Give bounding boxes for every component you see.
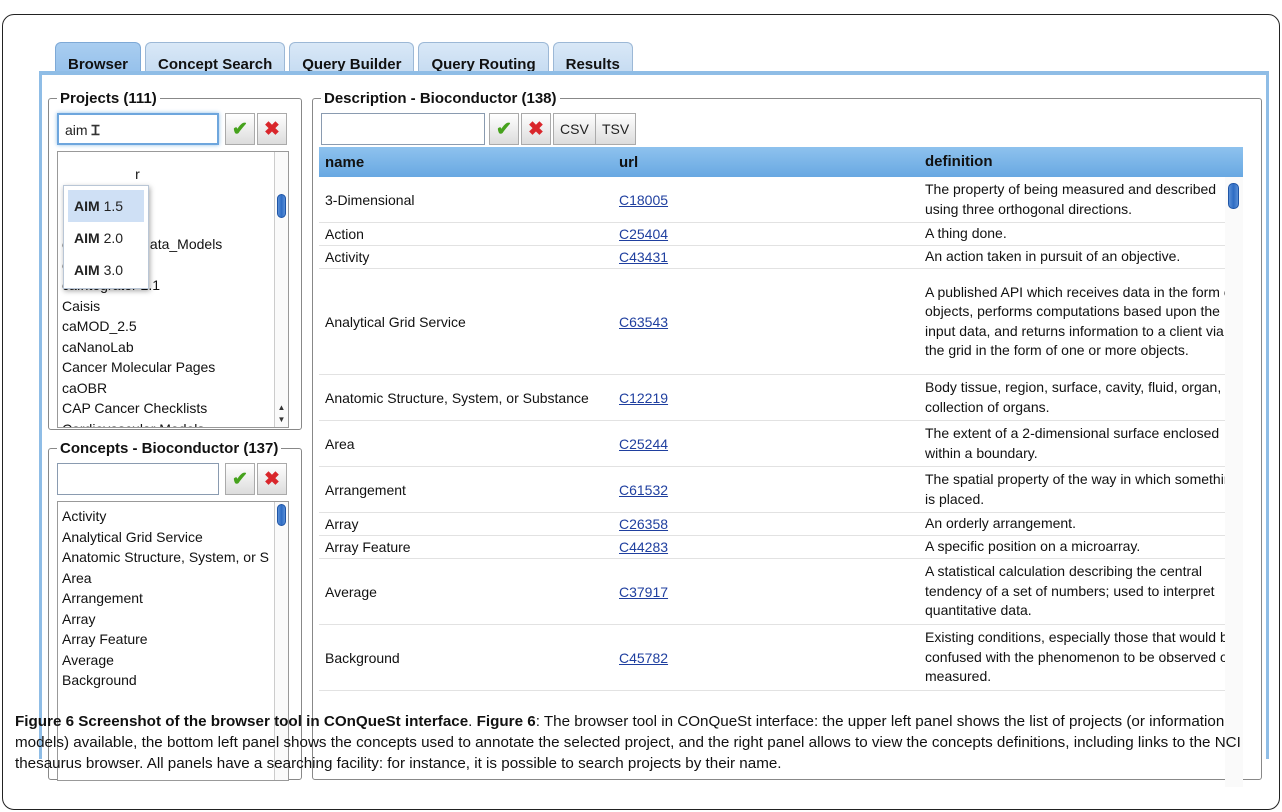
caption-title: Figure 6 Screenshot of the browser tool … [15, 713, 469, 730]
list-item[interactable]: Arrangement [58, 588, 276, 609]
list-item[interactable]: Background [58, 670, 276, 691]
arrow-down-icon[interactable]: ▼ [275, 414, 288, 426]
table-row: Analytical Grid Service C63543 A publish… [319, 269, 1243, 375]
table-row: Area C25244 The extent of a 2-dimensiona… [319, 421, 1243, 467]
export-tsv-button[interactable]: TSV [595, 113, 637, 145]
list-item[interactable]: Area [58, 568, 276, 589]
projects-title: Projects (111) [60, 90, 157, 107]
list-item[interactable]: Cardiovascular Models [58, 419, 276, 428]
concept-link[interactable]: C43431 [619, 249, 668, 265]
text-cursor-icon: Ɪ [91, 122, 100, 138]
concept-link[interactable]: C25404 [619, 226, 668, 242]
table-row: Average C37917 A statistical calculation… [319, 559, 1243, 625]
list-item[interactable]: caNanoLab [58, 337, 276, 358]
suggestion-item[interactable]: AIM 2.0 [64, 222, 148, 254]
description-panel: Description - Bioconductor (138) ✔ ✖ CSV… [312, 90, 1262, 787]
browser-panel: Projects (111) aimꞮ ✔ ✖ AIM 1.5 xxxr caG… [39, 71, 1269, 787]
table-row: Anatomic Structure, System, or Substance… [319, 375, 1243, 421]
list-item[interactable]: Array Feature [58, 629, 276, 650]
scrollbar-thumb[interactable] [277, 504, 286, 526]
table-row: Background C45782 Existing conditions, e… [319, 625, 1243, 691]
scrollbar-thumb[interactable] [277, 194, 286, 218]
table-scrollbar[interactable] [1225, 177, 1243, 787]
figure-caption: Figure 6 Screenshot of the browser tool … [15, 713, 1241, 772]
description-search-button[interactable]: ✔ [489, 113, 519, 145]
table-row: Array C26358 An orderly arrangement. [319, 513, 1243, 536]
caption-label: Figure 6 [476, 713, 536, 730]
description-title: Description - Bioconductor (138) [324, 90, 557, 107]
column-header-definition[interactable]: definition [925, 152, 1243, 172]
projects-clear-button[interactable]: ✖ [257, 113, 287, 145]
projects-panel: Projects (111) aimꞮ ✔ ✖ AIM 1.5 xxxr caG… [48, 90, 302, 430]
concept-link[interactable]: C12219 [619, 390, 668, 406]
suggestion-item[interactable]: AIM 1.5 [68, 190, 144, 222]
concepts-search-input[interactable] [57, 463, 219, 495]
concept-link[interactable]: C61532 [619, 482, 668, 498]
list-item[interactable]: Anatomic Structure, System, or S [58, 547, 276, 568]
list-item[interactable]: caMOD_2.5 [58, 316, 276, 337]
export-csv-button[interactable]: CSV [553, 113, 596, 145]
concept-link[interactable]: C44283 [619, 539, 668, 555]
autocomplete-dropdown: AIM 1.5 AIM 2.0 AIM 3.0 [63, 185, 149, 289]
concepts-search-button[interactable]: ✔ [225, 463, 255, 495]
concept-link[interactable]: C25244 [619, 436, 668, 452]
scrollbar-thumb[interactable] [1228, 183, 1239, 209]
list-item[interactable]: Activity [58, 506, 276, 527]
table-row: Action C25404 A thing done. [319, 223, 1243, 246]
concept-link[interactable]: C18005 [619, 192, 668, 208]
concept-link[interactable]: C26358 [619, 516, 668, 532]
table-row: 3-Dimensional C18005 The property of bei… [319, 177, 1243, 223]
description-search-input[interactable] [321, 113, 485, 145]
list-item[interactable]: CAP Cancer Checklists [58, 398, 276, 419]
projects-scrollbar[interactable]: ▲ ▼ [274, 152, 288, 427]
table-row: Array Feature C44283 A specific position… [319, 536, 1243, 559]
projects-search-button[interactable]: ✔ [225, 113, 255, 145]
list-item[interactable]: caOBR [58, 378, 276, 399]
concepts-title: Concepts - Bioconductor (137) [60, 440, 279, 457]
check-icon: ✔ [232, 118, 248, 140]
check-icon: ✔ [496, 118, 512, 140]
check-icon: ✔ [232, 468, 248, 490]
list-item[interactable]: Caisis [58, 296, 276, 317]
column-header-name[interactable]: name [319, 154, 619, 171]
list-item[interactable]: Array [58, 609, 276, 630]
figure-frame: Browser Concept Search Query Builder Que… [2, 14, 1280, 810]
projects-search-value: aim [65, 122, 88, 138]
column-header-url[interactable]: url [619, 154, 925, 171]
suggestion-item[interactable]: AIM 3.0 [64, 254, 148, 286]
list-item[interactable]: Average [58, 650, 276, 671]
list-item[interactable]: Cancer Molecular Pages [58, 357, 276, 378]
table-header: name url definition [319, 147, 1243, 177]
concept-link[interactable]: C37917 [619, 584, 668, 600]
x-icon: ✖ [264, 468, 280, 490]
description-table: name url definition 3-Dimensional C18005… [319, 147, 1243, 787]
concept-link[interactable]: C45782 [619, 650, 668, 666]
concept-link[interactable]: C63543 [619, 314, 668, 330]
concepts-clear-button[interactable]: ✖ [257, 463, 287, 495]
description-clear-button[interactable]: ✖ [521, 113, 551, 145]
table-row: Arrangement C61532 The spatial property … [319, 467, 1243, 513]
table-row: Activity C43431 An action taken in pursu… [319, 246, 1243, 269]
x-icon: ✖ [528, 118, 544, 140]
arrow-up-icon[interactable]: ▲ [275, 402, 288, 414]
x-icon: ✖ [264, 118, 280, 140]
projects-search-input[interactable]: aim Ɪ [57, 113, 219, 145]
list-item[interactable]: Analytical Grid Service [58, 527, 276, 548]
list-item[interactable]: AIM 1.5 xxxr [62, 166, 140, 182]
